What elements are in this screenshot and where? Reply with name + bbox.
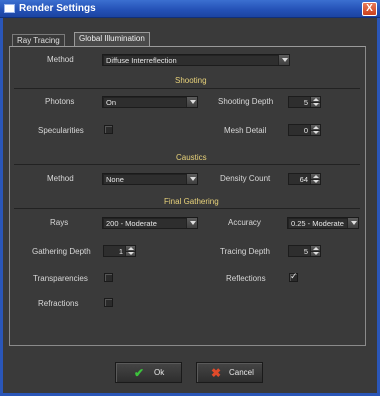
density-count-label: Density Count <box>220 174 271 183</box>
cancel-button[interactable]: ✖ Cancel <box>196 362 263 383</box>
photons-select-value: On <box>106 98 117 107</box>
accuracy-select-value: 0.25 - Moderate <box>291 219 344 228</box>
tracing-depth-label: Tracing Depth <box>220 247 270 256</box>
window-frame-left <box>0 18 3 396</box>
window-title: Render Settings <box>19 3 96 14</box>
chevron-down-icon <box>347 218 358 228</box>
title-bar: Render Settings X <box>0 0 380 18</box>
shooting-depth-value: 5 <box>303 98 308 107</box>
mesh-detail-value: 0 <box>303 126 308 135</box>
rays-select-value: 200 - Moderate <box>106 219 157 228</box>
shooting-divider <box>14 88 360 89</box>
reflections-checkbox[interactable]: ✓ <box>289 271 298 282</box>
mesh-detail-stepper[interactable]: 0 <box>288 124 321 136</box>
close-button[interactable]: X <box>362 2 377 16</box>
stepper-down-icon[interactable] <box>310 251 320 256</box>
density-count-stepper[interactable]: 64 <box>288 173 321 185</box>
final-gathering-section-title: Final Gathering <box>164 197 219 206</box>
tracing-depth-stepper[interactable]: 5 <box>288 245 321 257</box>
transparencies-checkbox[interactable] <box>104 273 113 282</box>
tracing-depth-value: 5 <box>303 247 308 256</box>
caustics-section-title: Caustics <box>176 153 207 162</box>
chevron-down-icon <box>278 55 289 65</box>
method-select-value: Diffuse Interreflection <box>106 56 177 65</box>
gathering-depth-value: 1 <box>118 247 123 256</box>
caustics-method-value: None <box>106 175 124 184</box>
photons-select[interactable]: On <box>102 96 198 108</box>
ok-button[interactable]: ✔ Ok <box>115 362 182 383</box>
shooting-depth-stepper[interactable]: 5 <box>288 96 321 108</box>
caustics-divider <box>14 164 360 165</box>
shooting-depth-label: Shooting Depth <box>218 97 274 106</box>
photons-label: Photons <box>45 97 75 106</box>
stepper-down-icon[interactable] <box>310 130 320 135</box>
specularities-checkbox[interactable] <box>104 125 113 134</box>
window-icon <box>4 4 15 13</box>
stepper-down-icon[interactable] <box>310 179 320 184</box>
rays-select[interactable]: 200 - Moderate <box>102 217 198 229</box>
accuracy-select[interactable]: 0.25 - Moderate <box>287 217 359 229</box>
chevron-down-icon <box>186 218 197 228</box>
transparencies-label: Transparencies <box>33 274 88 283</box>
refractions-label: Refractions <box>38 299 79 308</box>
final-gathering-divider <box>14 208 360 209</box>
check-icon: ✔ <box>134 366 145 380</box>
accuracy-label: Accuracy <box>228 218 261 227</box>
chevron-down-icon <box>186 174 197 184</box>
shooting-section-title: Shooting <box>175 76 207 85</box>
cancel-button-label: Cancel <box>229 368 254 377</box>
caustics-method-select[interactable]: None <box>102 173 198 185</box>
refractions-checkbox[interactable] <box>104 298 113 307</box>
ok-button-label: Ok <box>154 368 165 377</box>
tab-global-illumination[interactable]: Global Illumination <box>74 32 150 47</box>
mesh-detail-label: Mesh Detail <box>224 126 267 135</box>
method-label: Method <box>47 55 74 64</box>
chevron-down-icon <box>186 97 197 107</box>
rays-label: Rays <box>50 218 69 227</box>
gathering-depth-stepper[interactable]: 1 <box>103 245 136 257</box>
stepper-down-icon[interactable] <box>125 251 135 256</box>
x-icon: ✖ <box>211 366 222 380</box>
specularities-label: Specularities <box>38 126 84 135</box>
density-count-value: 64 <box>299 175 308 184</box>
gathering-depth-label: Gathering Depth <box>32 247 91 256</box>
reflections-label: Reflections <box>226 274 266 283</box>
stepper-down-icon[interactable] <box>310 102 320 107</box>
checkmark-icon: ✓ <box>290 271 298 281</box>
caustics-method-label: Method <box>47 174 74 183</box>
method-select[interactable]: Diffuse Interreflection <box>102 54 290 66</box>
